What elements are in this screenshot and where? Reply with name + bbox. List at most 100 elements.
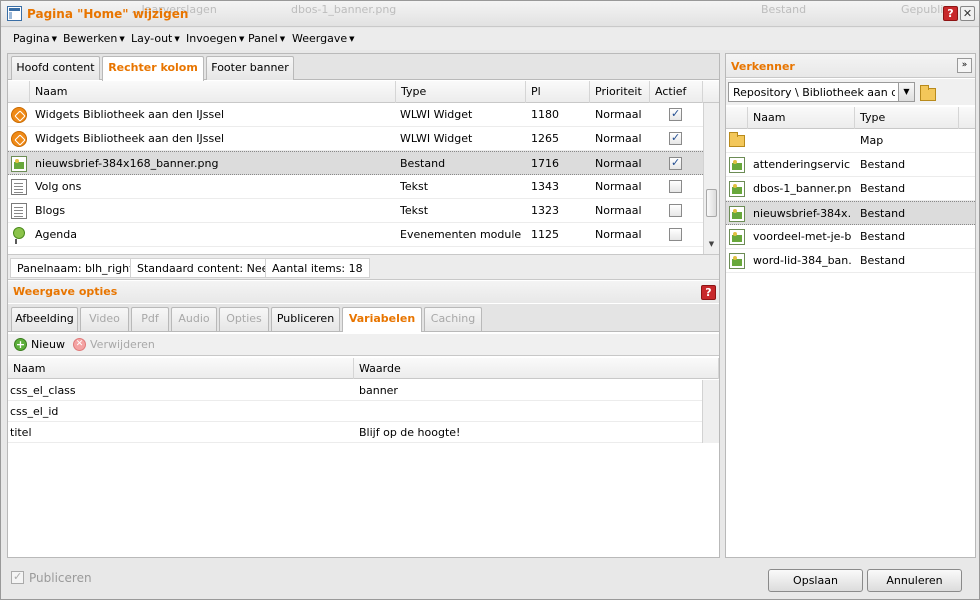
list-item[interactable]: word-lid-384_ban... Bestand — [726, 249, 975, 273]
status-standaard-content: Standaard content: Nee — [130, 258, 276, 278]
variable-row[interactable]: css_el_id — [8, 401, 702, 422]
cell-pl: 1716 — [531, 157, 559, 170]
verkenner-grid-header: Naam Type — [726, 107, 975, 129]
column-header-naam[interactable]: Naam — [748, 107, 855, 129]
list-item[interactable]: dbos-1_banner.png Bestand — [726, 177, 975, 201]
cell-type: WLWI Widget — [400, 132, 473, 145]
icon-column-header — [726, 107, 748, 129]
column-header-type[interactable]: Type — [855, 107, 959, 129]
tab-afbeelding[interactable]: Afbeelding — [11, 307, 78, 331]
list-item-selected[interactable]: nieuwsbrief-384x... Bestand — [726, 201, 975, 225]
cell-pl: 1265 — [531, 132, 559, 145]
actief-checkbox[interactable] — [669, 156, 682, 170]
actief-checkbox[interactable] — [669, 180, 682, 193]
window-icon — [7, 6, 22, 21]
chevron-down-icon[interactable]: ▼ — [898, 83, 914, 101]
cell-prioriteit: Normaal — [595, 108, 642, 121]
cell-naam: Widgets Bibliotheek aan den IJssel — [35, 108, 225, 121]
cell-prioriteit: Normaal — [595, 132, 642, 145]
widget-icon — [11, 107, 27, 123]
table-row[interactable]: Volg ons Tekst 1343 Normaal — [8, 175, 703, 199]
cell-pl: 1180 — [531, 108, 559, 121]
tab-publiceren[interactable]: Publiceren — [271, 307, 340, 331]
actief-checkbox[interactable] — [669, 107, 682, 121]
list-item[interactable]: voordeel-met-je-bi... Bestand — [726, 225, 975, 249]
folder-up-icon[interactable] — [920, 85, 936, 101]
column-header-actief[interactable]: Actief — [650, 81, 703, 103]
table-row[interactable]: Widgets Bibliotheek aan den IJssel WLWI … — [8, 127, 703, 151]
menu-panel[interactable]: Panel ▼ — [248, 32, 285, 45]
close-icon[interactable]: ✕ — [960, 6, 975, 21]
actief-checkbox[interactable] — [669, 228, 682, 241]
column-header-naam[interactable]: Naam — [30, 81, 396, 103]
column-header-type[interactable]: Type — [396, 81, 526, 103]
list-item[interactable]: attenderingservic... Bestand — [726, 153, 975, 177]
publiceren-label: Publiceren — [29, 571, 92, 585]
variable-waarde[interactable]: banner — [359, 380, 699, 401]
panel-title: Verkenner — [731, 60, 795, 73]
menu-bewerken[interactable]: Bewerken ▼ — [63, 32, 125, 45]
tab-rechter-kolom[interactable]: Rechter kolom — [102, 56, 204, 81]
variable-row[interactable]: titel Blijf op de hoogte! — [8, 422, 702, 443]
image-file-icon — [729, 181, 745, 197]
agenda-icon — [13, 227, 25, 244]
column-header-naam[interactable]: Naam — [8, 358, 354, 379]
chevron-down-icon: ▼ — [51, 35, 58, 43]
repository-path-value: Repository \ Bibliotheek aan den IJssel — [733, 86, 895, 99]
scroll-down-icon[interactable]: ▼ — [704, 237, 719, 252]
tab-footer-banner[interactable]: Footer banner — [206, 56, 294, 80]
opslaan-button[interactable]: Opslaan — [768, 569, 863, 592]
tab-variabelen[interactable]: Variabelen — [342, 307, 422, 332]
background-ghost-text: Bestand — [761, 3, 807, 16]
weergave-opties-header: Weergave opties ? — [8, 281, 719, 303]
collapse-icon[interactable]: » — [957, 58, 972, 73]
cell-type: Tekst — [400, 180, 429, 193]
table-row[interactable]: Agenda Evenementen module 1125 Normaal — [8, 223, 703, 247]
tab-hoofd-content[interactable]: Hoofd content — [11, 56, 100, 80]
actief-checkbox[interactable] — [669, 131, 682, 145]
variable-waarde[interactable]: Blijf op de hoogte! — [359, 422, 699, 443]
column-header-pl[interactable]: Pl — [526, 81, 590, 103]
annuleren-button[interactable]: Annuleren — [867, 569, 962, 592]
variables-scrollbar[interactable] — [702, 380, 719, 443]
text-file-icon — [11, 203, 27, 219]
menu-invoegen[interactable]: Invoegen ▼ — [186, 32, 244, 45]
menu-weergave[interactable]: Weergave ▼ — [292, 32, 355, 45]
cell-prioriteit: Normaal — [595, 180, 642, 193]
verkenner-header: Verkenner » — [726, 54, 975, 78]
item-naam: voordeel-met-je-bi... — [753, 230, 851, 243]
nieuw-button[interactable]: + Nieuw — [13, 337, 65, 353]
repository-path-select[interactable]: Repository \ Bibliotheek aan den IJssel … — [728, 82, 915, 102]
title-bar: ...Jaarverslagen dbos-1_banner.png Besta… — [1, 1, 979, 27]
image-file-icon — [729, 253, 745, 269]
image-file-icon — [729, 229, 745, 245]
cell-type: Tekst — [400, 204, 429, 217]
table-row[interactable]: Blogs Tekst 1323 Normaal — [8, 199, 703, 223]
table-row[interactable]: Widgets Bibliotheek aan den IJssel WLWI … — [8, 103, 703, 127]
table-row-selected[interactable]: nieuwsbrief-384x168_banner.png Bestand 1… — [8, 151, 703, 175]
actief-checkbox[interactable] — [669, 204, 682, 217]
help-icon[interactable]: ? — [943, 6, 958, 21]
status-panelnaam: Panelnaam: blh_right — [10, 258, 141, 278]
widget-grid-scrollbar[interactable]: ▼ — [703, 103, 719, 254]
column-header-prioriteit[interactable]: Prioriteit — [590, 81, 650, 103]
menu-lay-out[interactable]: Lay-out ▼ — [131, 32, 180, 45]
text-file-icon — [11, 179, 27, 195]
item-naam: word-lid-384_ban... — [753, 254, 851, 267]
section-title: Weergave opties — [13, 285, 118, 298]
list-item[interactable]: Map — [726, 129, 975, 153]
add-icon: + — [14, 338, 27, 351]
help-icon[interactable]: ? — [701, 285, 716, 300]
widget-icon — [11, 131, 27, 147]
menu-pagina[interactable]: Pagina ▼ — [13, 32, 57, 45]
chevron-down-icon: ▼ — [119, 35, 125, 43]
menu-bar: Pagina ▼ Bewerken ▼ Lay-out ▼ Invoegen ▼ Pan… — [1, 28, 979, 50]
variable-waarde[interactable] — [359, 401, 699, 422]
column-header-waarde[interactable]: Waarde — [354, 358, 719, 379]
chevron-down-icon: ▼ — [349, 35, 355, 43]
icon-column-header — [8, 81, 30, 103]
variable-row[interactable]: css_el_class banner — [8, 380, 702, 401]
scroll-thumb[interactable] — [706, 189, 717, 217]
variables-grid-header: Naam Waarde — [8, 358, 719, 379]
content-tabs: Hoofd content Rechter kolom Footer banne… — [8, 54, 719, 81]
